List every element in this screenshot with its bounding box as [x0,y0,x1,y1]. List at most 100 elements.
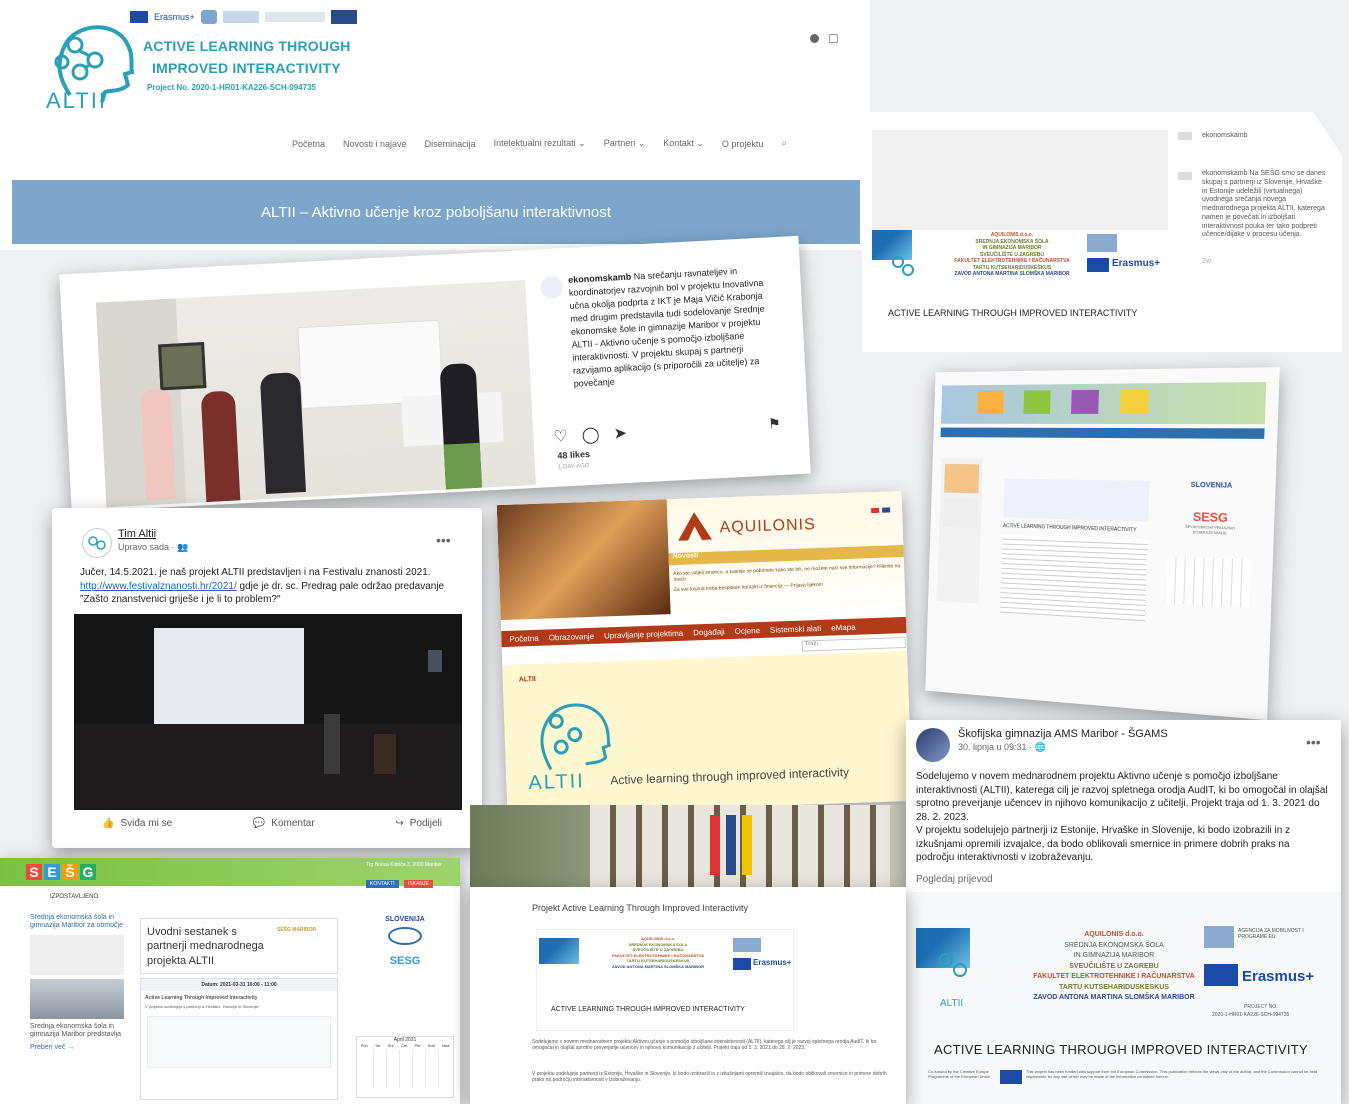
aq-nav-obrazovanje[interactable]: Obrazovanje [549,631,595,642]
post-image[interactable]: ALTII AQUILONIS d.o.o. SREDNJA EKONOMSKA… [906,892,1341,1104]
nav-o-projektu[interactable]: O projektu [722,139,764,149]
share-icon: ↪ [395,818,404,829]
post-age: 1 DAY AGO [557,463,590,471]
instagram-account[interactable]: ekonomskamb [568,272,631,285]
side-item-2[interactable]: Srednja ekonomska šola in gimnazija Mari… [30,1023,124,1040]
sesg-logo-small[interactable]: SESG [360,955,450,967]
sesg-header: SEŠG Trg Borisa Kidriča 3, 2000 Maribor … [0,858,460,888]
sesg-logo[interactable]: SEŠG [26,864,98,882]
nav-pocetna[interactable]: Početna [292,139,325,149]
nav-kontakt[interactable]: Kontakt ⌄ [663,138,704,149]
post-link[interactable]: http://www.festivalznanosti.hr/2021/ [80,581,237,592]
aq-nav-alati[interactable]: Sistemski alati [770,623,821,634]
comment-icon[interactable]: ◯ [581,424,600,445]
partner-line7: ZAVOD ANTONA MARTINA SLOMŠKA MARIBOR [954,271,1070,277]
project-page-bottom: Projekt Active Learning Through Improved… [470,887,906,1104]
partner-line2: SREDNJA EKONOMSKA ŠOLA [1064,941,1164,949]
altii-head-icon [88,536,106,550]
slovenija-label: SLOVENIJA [1190,481,1233,490]
lecture-photo[interactable] [74,614,462,810]
post-card[interactable]: Uvodni sestanek s partnerji mednarodnega… [140,918,338,974]
aq-nav-projekti[interactable]: Upravljanje projektima [604,628,683,640]
search-input[interactable]: Traži [801,636,906,652]
account-name[interactable]: ekonomskamb [1202,132,1248,140]
aquilonis-logo-icon [677,512,713,541]
image-caption: ACTIVE LEARNING THROUGH IMPROVED INTERAC… [551,1006,745,1013]
aquilonis-website: AQUILONIS Novosti Ako ste vidjeli strani… [496,491,913,815]
article-title: Active Learning Through Improved Interac… [145,995,258,1001]
flag [726,815,736,875]
comment-icon: 💬 [252,818,266,829]
instagram-actions: ♡ ◯ ➤ [553,423,628,447]
altii-tagline: Active learning through improved interac… [610,765,850,788]
altii-logo[interactable]: ALTII [40,10,140,113]
calendar-widget[interactable] [1165,556,1252,608]
post-author[interactable]: Tim Altii [118,528,156,540]
post-text-1: Jučer, 14.5.2021. je naš projekt ALTII p… [80,567,431,578]
post-author[interactable]: Škofijska gimnazija AMS Maribor - ŠGAMS [958,728,1168,740]
page-banner: ALTII – Aktivno učenje kroz poboljšanu i… [12,180,860,244]
comment-button[interactable]: 💬 Komentar [253,818,315,829]
aq-nav-ocjene[interactable]: Ocjene [735,626,761,636]
school-thumbnail[interactable] [30,978,124,1019]
partner-line7: ZAVOD ANTONA MARTINA SLOMŠKA MARIBOR [1033,994,1195,1001]
aq-nav-pocetna[interactable]: Početna [509,633,539,643]
side-item-1[interactable]: Srednja ekonomska šola in gimnazija Mari… [30,914,124,931]
speaker [324,714,340,774]
novosti-bar: Novosti [668,544,908,566]
person-1 [140,388,177,501]
projection-screen [154,628,304,724]
erasmus-label: Erasmus+ [1242,968,1315,985]
bookmark-icon[interactable]: ⚑ [768,415,781,433]
avatar[interactable] [916,728,950,762]
nav-diseminacija[interactable]: Diseminacija [425,139,476,149]
aquilonis-brand[interactable]: AQUILONIS [719,516,816,537]
globe-icon: 🌐 [1034,742,1046,752]
nav-novosti[interactable]: Novosti i najave [343,139,407,149]
more-options-icon[interactable]: ••• [1306,734,1321,750]
calendar-days: Pon Tor Sre Čet Pet Sob Ned [360,1043,450,1048]
post-text: Jučer, 14.5.2021. je naš projekt ALTII p… [80,566,460,607]
post-time: 30. lipnja u 09:31 · 🌐 [958,742,1046,753]
read-more-link[interactable]: Preberi več → [30,1044,124,1052]
avatar[interactable] [540,276,564,300]
erasmus-small-label: Erasmus+ [154,12,195,22]
avatar[interactable] [82,528,112,558]
eu-flag-2-icon [330,10,357,24]
aq-nav-emapa[interactable]: eMapa [831,622,856,632]
section-label: ALTII [518,675,536,684]
funder-logos: Erasmus+ [130,10,357,24]
post-title[interactable]: Uvodni sestanek s partnerji mednarodnega… [147,925,267,968]
address: Trg Borisa Kidriča 3, 2000 Maribor [366,862,442,868]
post-time: Upravo sada · 👥 [118,542,189,552]
logo-brand: ALTII [46,88,107,113]
share-icon[interactable]: ➤ [613,423,627,444]
sesg-nav[interactable] [940,427,1265,439]
card-text: ekonomskamb Na SEŠG smo se danes skupaj … [1202,170,1326,239]
project-no: 2020-1-HR01-KA226-SCH-094735 [1212,1012,1290,1018]
language-flags[interactable] [871,507,891,514]
share-button[interactable]: ↪ Podijeli [395,818,442,829]
cofunded-note: Co-funded by the Creative Europe Program… [928,1069,991,1079]
calendar-widget[interactable]: April 2021 Pon Tor Sre Čet Pet Sob Ned [356,1036,454,1098]
kontakti-button[interactable]: KONTAKTI [366,880,399,888]
iskanje-button[interactable]: ISKANJE [404,880,433,888]
altii-head-icon [939,953,967,977]
nav-partneri[interactable]: Partneri ⌄ [604,138,646,149]
lectern [374,734,396,774]
search-icon[interactable]: ⌕ [781,138,787,149]
aq-nav-dogadaji[interactable]: Događaji [693,627,725,637]
facebook-post-tim-altii: Tim Altii Upravo sada · 👥 ••• Jučer, 14.… [52,508,482,848]
social-icons [810,34,838,43]
sidebar [936,458,984,604]
see-translation-link[interactable]: Pogledaj prijevod [916,874,993,885]
more-options-icon[interactable]: ••• [436,532,451,548]
instagram-icon[interactable] [829,34,838,43]
framed-picture [158,342,207,391]
school-building-photo [470,805,910,887]
like-button[interactable]: 👍 Sviđa mi se [102,818,172,829]
heart-icon[interactable]: ♡ [553,426,568,447]
instagram-text: Na srečanju ravnateljev in koordinatorje… [568,266,765,390]
nav-intelektualni[interactable]: Intelektualni rezultati ⌄ [494,138,586,149]
facebook-icon[interactable] [810,34,819,43]
